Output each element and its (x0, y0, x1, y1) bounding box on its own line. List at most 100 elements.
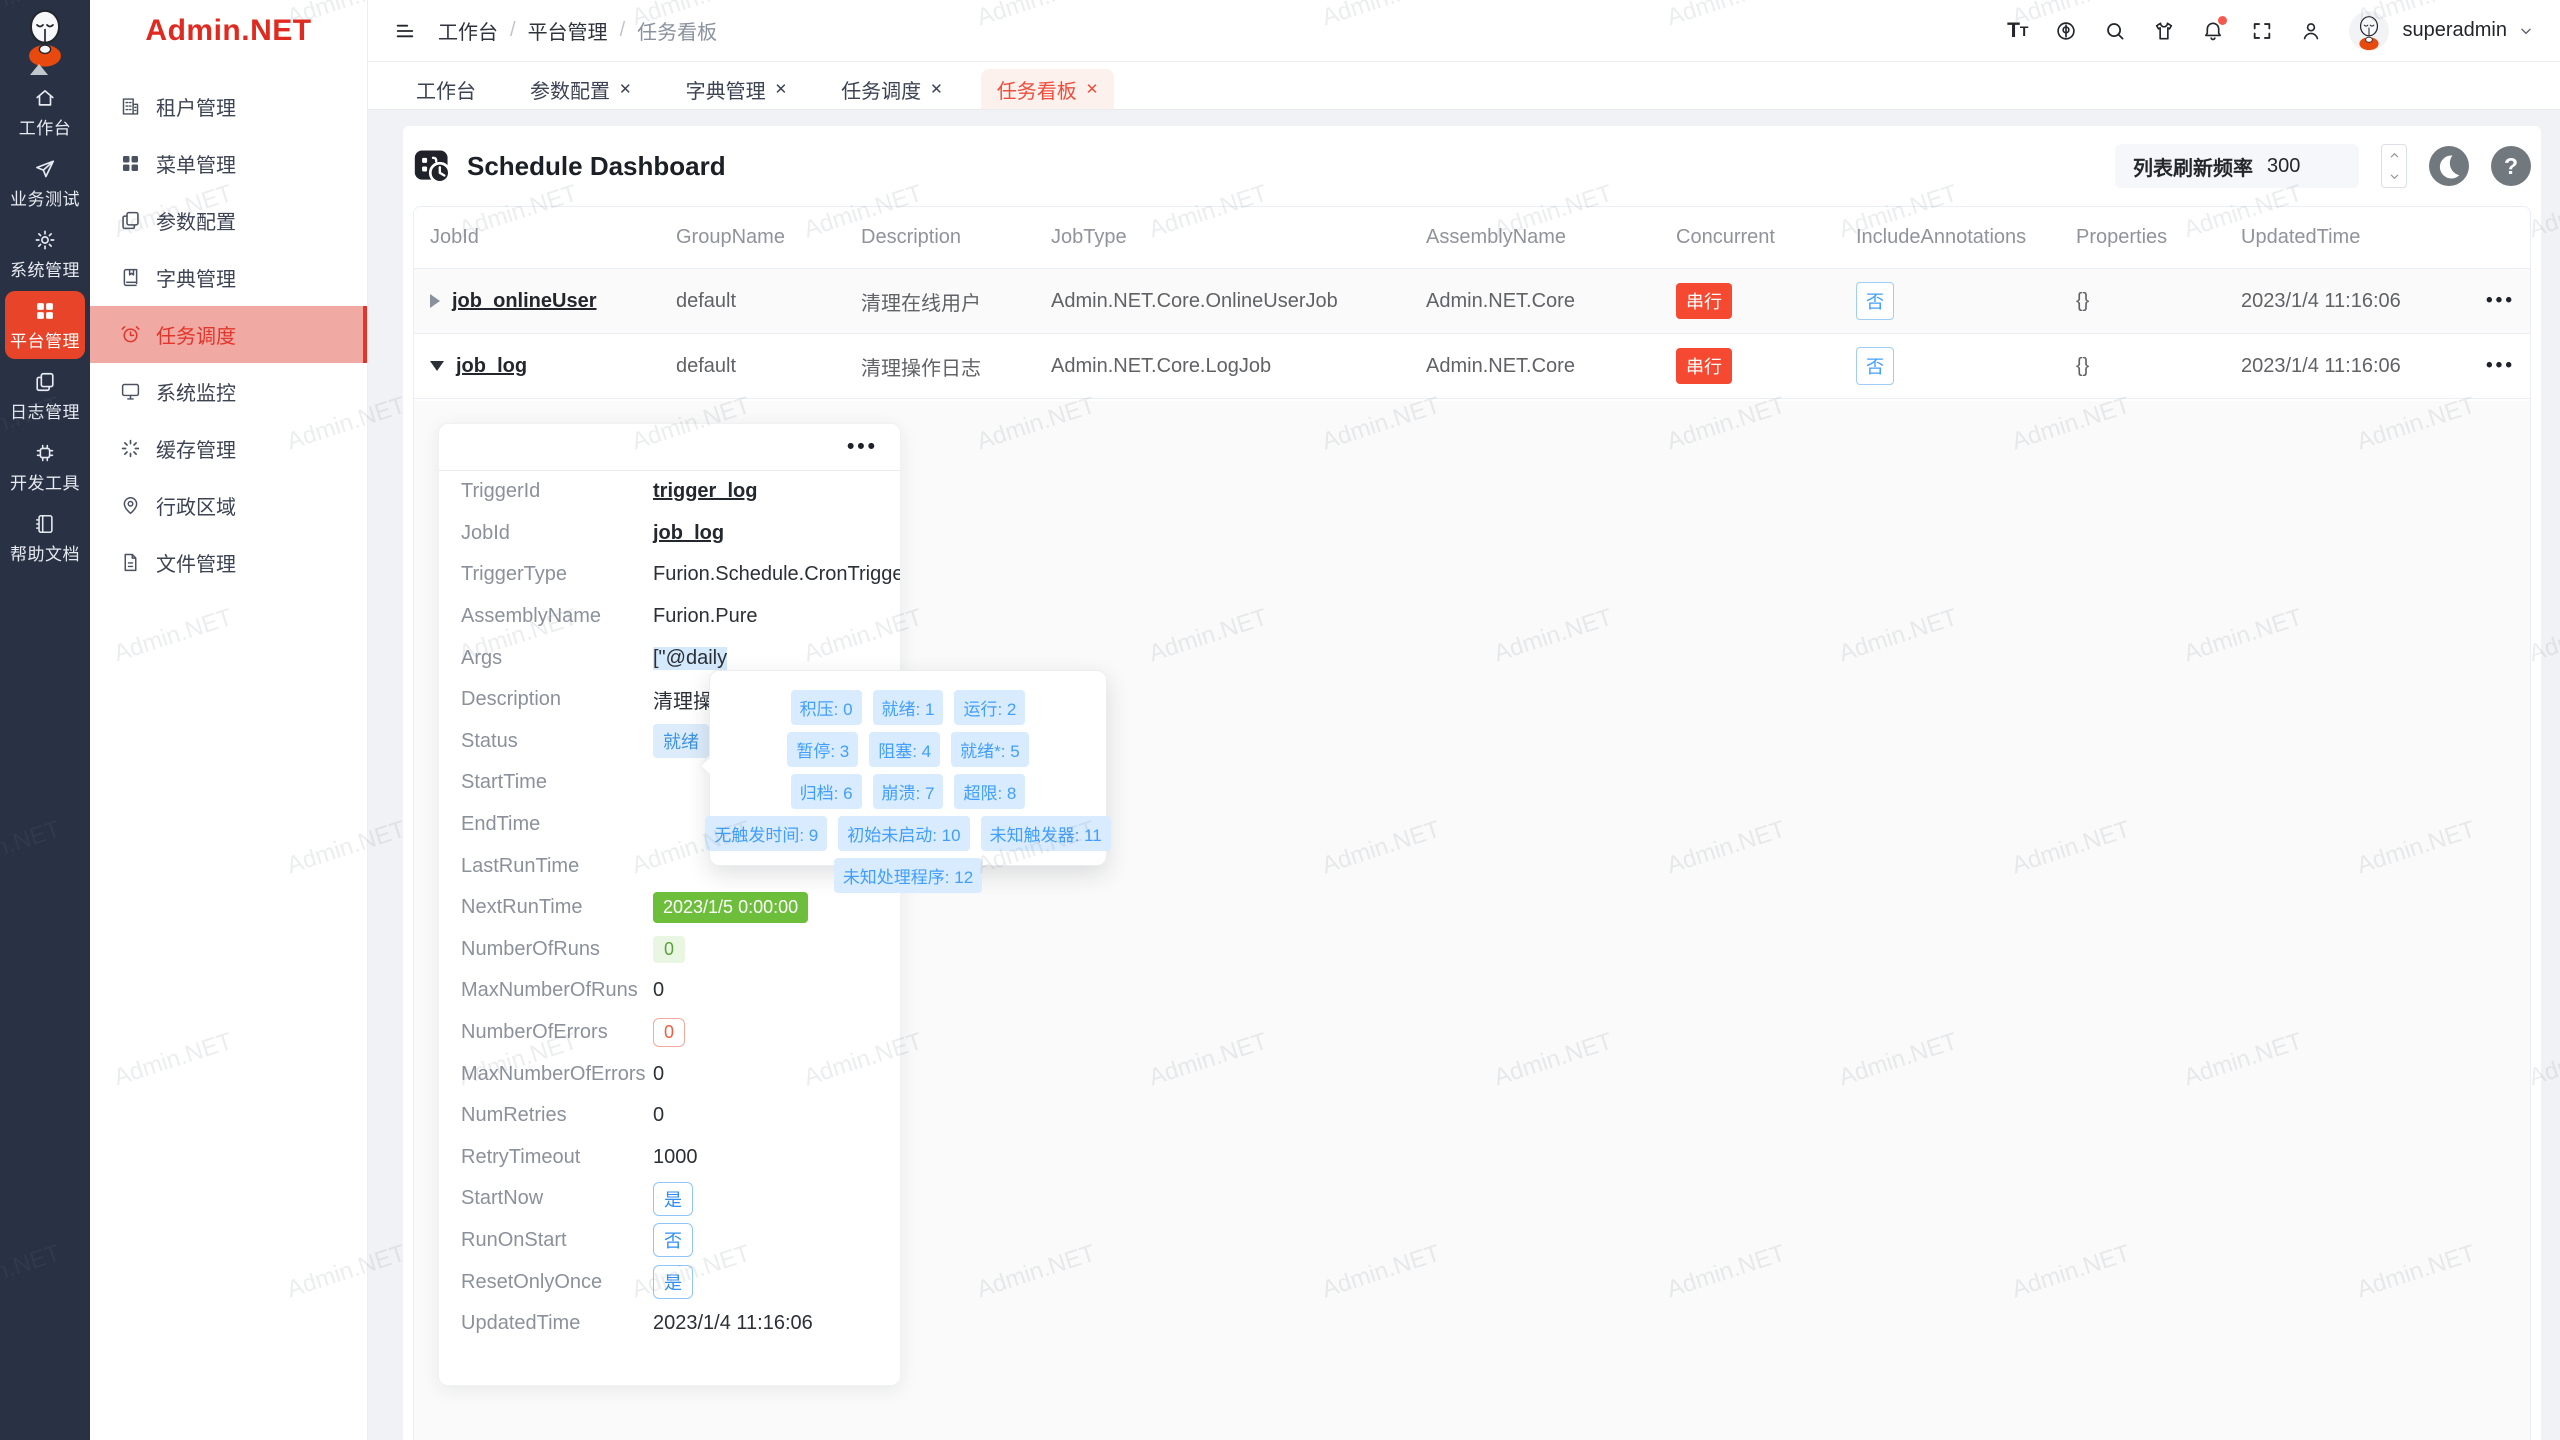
sidebar-item-files[interactable]: 文件管理 (90, 534, 367, 591)
refresh-rate-input[interactable] (2267, 155, 2341, 178)
person-icon (2300, 20, 2322, 42)
expand-caret-icon[interactable] (430, 294, 440, 308)
fullscreen-button[interactable] (2251, 20, 2273, 42)
tab-dictionary[interactable]: 字典管理 ✕ (670, 69, 804, 109)
row-actions-button[interactable]: ••• (2486, 355, 2515, 377)
rail-item-label: 日志管理 (10, 398, 80, 423)
cell-description: 清理在线用户 (849, 287, 1039, 316)
detail-row: MaxNumberOfErrors0 (439, 1053, 900, 1095)
cell-updated-time: 2023/1/4 11:16:06 (2229, 355, 2459, 378)
home-icon (34, 87, 56, 109)
cell-group: default (664, 290, 849, 313)
panel-actions-button[interactable]: ••• (847, 435, 878, 459)
sidebar-item-label: 文件管理 (156, 548, 236, 577)
detail-row: NumberOfRuns0 (439, 929, 900, 971)
row-expand-area: ••• TriggerIdtrigger_log JobIdjob_log Tr… (414, 401, 2530, 1440)
collapse-caret-icon[interactable] (430, 361, 444, 371)
job-id-link[interactable]: job_onlineUser (452, 290, 596, 313)
breadcrumb-item[interactable]: 平台管理 (528, 16, 608, 45)
close-icon[interactable]: ✕ (1086, 82, 1099, 97)
rail-item-label: 系统管理 (10, 256, 80, 281)
stepper-up-button[interactable] (2382, 145, 2406, 166)
dark-mode-button[interactable] (2429, 146, 2469, 186)
stepper-down-button[interactable] (2382, 166, 2406, 187)
rail-item-dev-tools[interactable]: 开发工具 (5, 433, 85, 501)
cell-properties: {} (2064, 355, 2229, 378)
include-annotations-tag: 否 (1856, 282, 1894, 320)
column-header: AssemblyName (1414, 226, 1664, 249)
table-header-row: JobId GroupName Description JobType Asse… (414, 207, 2530, 269)
sidebar-item-cache[interactable]: 缓存管理 (90, 420, 367, 477)
detail-row: MaxNumberOfRuns0 (439, 970, 900, 1012)
column-header: Concurrent (1664, 226, 1844, 249)
rail-item-log-mgmt[interactable]: 日志管理 (5, 362, 85, 430)
column-header: JobType (1039, 226, 1414, 249)
breadcrumb-separator: / (620, 19, 626, 42)
avatar[interactable] (2349, 11, 2389, 51)
language-button[interactable] (2055, 20, 2077, 42)
collapse-menu-button[interactable] (394, 20, 416, 42)
chevron-down-icon[interactable] (2518, 23, 2534, 39)
detail-row: NextRunTime2023/1/5 0:00:00 (439, 887, 900, 929)
include-annotations-tag: 否 (1856, 347, 1894, 385)
job-id-link[interactable]: job_log (653, 522, 724, 545)
sidebar-item-region[interactable]: 行政区域 (90, 477, 367, 534)
page-title: Schedule Dashboard (467, 151, 726, 182)
profile-button[interactable] (2300, 20, 2322, 42)
close-icon[interactable]: ✕ (930, 82, 943, 97)
alarm-clock-icon (120, 324, 141, 345)
sidebar-item-label: 租户管理 (156, 92, 236, 121)
sidebar-item-label: 系统监控 (156, 377, 236, 406)
status-legend-tag: 阻塞: 4 (869, 732, 940, 767)
rail-item-platform-mgmt[interactable]: 平台管理 (5, 291, 85, 359)
table-row[interactable]: job_onlineUser default 清理在线用户 Admin.NET.… (414, 269, 2530, 334)
job-id-link[interactable]: job_log (456, 355, 527, 378)
tab-workbench[interactable]: 工作台 (400, 69, 492, 109)
tab-params[interactable]: 参数配置 ✕ (514, 69, 648, 109)
help-button[interactable]: ? (2491, 146, 2531, 186)
start-now-badge: 是 (653, 1182, 693, 1216)
menu-grid-icon (120, 153, 141, 174)
tab-label: 字典管理 (686, 75, 766, 104)
username[interactable]: superadmin (2402, 19, 2507, 42)
notification-button[interactable] (2202, 20, 2224, 42)
rail-item-help-docs[interactable]: 帮助文档 (5, 504, 85, 572)
refresh-rate-control: 列表刷新频率 (2115, 144, 2359, 188)
table-row[interactable]: job_log default 清理操作日志 Admin.NET.Core.Lo… (414, 334, 2530, 399)
loading-icon (120, 438, 141, 459)
status-legend-tag: 运行: 2 (954, 690, 1025, 725)
row-actions-button[interactable]: ••• (2486, 290, 2515, 312)
rail-item-business-test[interactable]: 业务测试 (5, 149, 85, 217)
sidebar-item-label: 缓存管理 (156, 434, 236, 463)
sidebar-item-sys-monitor[interactable]: 系统监控 (90, 363, 367, 420)
theme-shirt-icon (2153, 20, 2175, 42)
rail-scroll-up-indicator (30, 64, 48, 75)
rail-item-workbench[interactable]: 工作台 (5, 78, 85, 146)
content-area: Schedule Dashboard 列表刷新频率 ? (368, 110, 2560, 1440)
theme-button[interactable] (2153, 20, 2175, 42)
font-size-button[interactable]: TT (2007, 20, 2028, 41)
sidebar-item-params[interactable]: 参数配置 (90, 192, 367, 249)
tab-task-dashboard[interactable]: 任务看板 ✕ (981, 69, 1115, 109)
tab-task-schedule[interactable]: 任务调度 ✕ (825, 69, 959, 109)
sidebar-item-menu[interactable]: 菜单管理 (90, 135, 367, 192)
trigger-id-link[interactable]: trigger_log (653, 480, 757, 503)
sidebar-item-dictionary[interactable]: 字典管理 (90, 249, 367, 306)
rail-item-system-mgmt[interactable]: 系统管理 (5, 220, 85, 288)
popover-arrow (701, 757, 711, 775)
sidebar-item-tenant[interactable]: 租户管理 (90, 78, 367, 135)
sidebar-item-task-schedule[interactable]: 任务调度 (90, 306, 367, 363)
breadcrumb-item[interactable]: 工作台 (438, 16, 498, 45)
document-icon (120, 552, 141, 573)
status-badge[interactable]: 就绪 (653, 724, 709, 758)
status-legend-tag: 无触发时间: 9 (705, 816, 827, 851)
app-logo[interactable] (0, 0, 90, 68)
close-icon[interactable]: ✕ (619, 82, 632, 97)
close-icon[interactable]: ✕ (775, 82, 788, 97)
sidebar-item-label: 行政区域 (156, 491, 236, 520)
cell-job-type: Admin.NET.Core.OnlineUserJob (1039, 290, 1414, 313)
detail-row: RunOnStart否 (439, 1220, 900, 1262)
copy-icon (34, 371, 56, 393)
search-button[interactable] (2104, 20, 2126, 42)
detail-row: JobIdjob_log (439, 513, 900, 555)
